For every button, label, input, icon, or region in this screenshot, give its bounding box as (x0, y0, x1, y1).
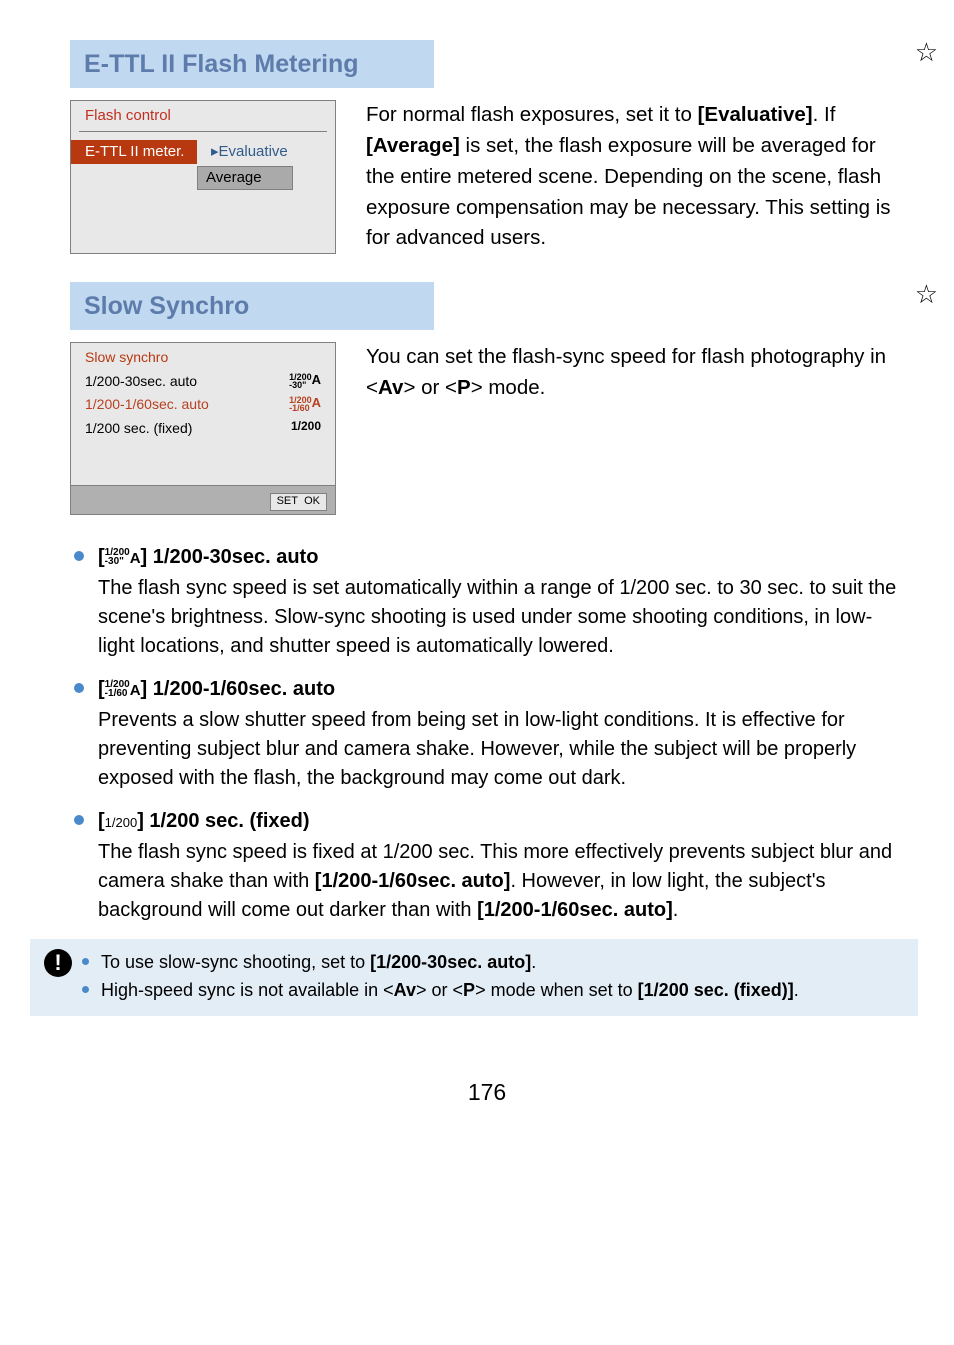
note-line-2: High-speed sync is not available in <Av>… (82, 977, 902, 1003)
marker-icon: ▸ (211, 143, 219, 160)
menu-footer: SET OK (71, 485, 335, 514)
star-icon: ☆ (915, 276, 938, 314)
bullet-body: The flash sync speed is fixed at 1/200 s… (98, 838, 904, 925)
slow-row-label: 1/200-1/60sec. auto (85, 394, 209, 414)
bold-text: [1/200-30sec. auto] (370, 952, 531, 972)
slow-row-value: 1/200 (291, 418, 321, 438)
section-body-slow: You can set the flash-sync speed for fla… (366, 342, 904, 515)
menu-option-average: Average (197, 166, 293, 190)
bold-text: [1/200-1/60sec. auto] (315, 870, 511, 892)
option-label: Evaluative (219, 143, 288, 160)
section-slow-synchro: ☆ Slow Synchro Slow synchro 1/200-30sec.… (70, 282, 904, 515)
slow-row-2: 1/200-1/60sec. auto 1/200-1/60A (71, 393, 335, 416)
bold-text: [1/200-1/60sec. auto] (477, 899, 673, 921)
section-body-ettl: For normal flash exposures, set it to [E… (366, 100, 904, 254)
menu-row-label: E-TTL II meter. (71, 140, 197, 164)
slow-row-icon: 1/200-30"A (289, 371, 321, 391)
caution-icon: ! (44, 949, 72, 977)
star-icon: ☆ (915, 34, 938, 72)
menu-option-evaluative: ▸Evaluative (197, 141, 288, 163)
bullet-list: [1/200-30"A] 1/200-30sec. auto The flash… (70, 543, 904, 925)
bold-evaluative: [Evaluative] (698, 103, 813, 126)
section-title-ettl: E-TTL II Flash Metering (70, 40, 434, 88)
p-mode-icon: P (463, 980, 475, 1000)
bullet-item-2: [1/200-1/60A] 1/200-1/60sec. auto Preven… (70, 675, 904, 793)
av-mode-icon: Av (378, 376, 403, 399)
bold-text: [1/200 sec. (fixed)] (638, 980, 794, 1000)
menu-header: Flash control (71, 101, 335, 131)
bullet-item-3: [1/200] 1/200 sec. (fixed) The flash syn… (70, 807, 904, 925)
menu-flash-control: Flash control E-TTL II meter. ▸Evaluativ… (70, 100, 336, 254)
bullet-item-1: [1/200-30"A] 1/200-30sec. auto The flash… (70, 543, 904, 661)
note-line-1: To use slow-sync shooting, set to [1/200… (82, 949, 902, 975)
p-mode-icon: P (457, 376, 471, 399)
bold-average: [Average] (366, 134, 460, 157)
slow-row-icon: 1/200-1/60A (289, 394, 321, 414)
slow-row-label: 1/200-30sec. auto (85, 371, 197, 391)
set-ok-button: SET OK (270, 493, 327, 511)
bullet-icon (74, 815, 84, 825)
bullet-icon (82, 958, 89, 965)
bullet-title: [1/200-1/60A] 1/200-1/60sec. auto (98, 675, 904, 704)
menu-slow-synchro: Slow synchro 1/200-30sec. auto 1/200-30"… (70, 342, 336, 515)
menu-row-evaluative: E-TTL II meter. ▸Evaluative (71, 138, 335, 166)
bullet-title: [1/200-30"A] 1/200-30sec. auto (98, 543, 904, 572)
slow-row-3: 1/200 sec. (fixed) 1/200 (71, 416, 335, 439)
section-title-slow: Slow Synchro (70, 282, 434, 330)
bullet-icon (74, 683, 84, 693)
bullet-body: Prevents a slow shutter speed from being… (98, 706, 904, 793)
caution-note: ! To use slow-sync shooting, set to [1/2… (30, 939, 918, 1015)
page-number: 176 (70, 1076, 904, 1109)
slow-row-1: 1/200-30sec. auto 1/200-30"A (71, 370, 335, 393)
av-mode-icon: Av (394, 980, 416, 1000)
bullet-icon (82, 986, 89, 993)
bullet-title: [1/200] 1/200 sec. (fixed) (98, 807, 904, 836)
bullet-body: The flash sync speed is set automaticall… (98, 574, 904, 661)
menu-header-slow: Slow synchro (71, 343, 335, 369)
section-ettl: ☆ E-TTL II Flash Metering Flash control … (70, 40, 904, 254)
slow-row-label: 1/200 sec. (fixed) (85, 418, 192, 438)
bullet-icon (74, 551, 84, 561)
